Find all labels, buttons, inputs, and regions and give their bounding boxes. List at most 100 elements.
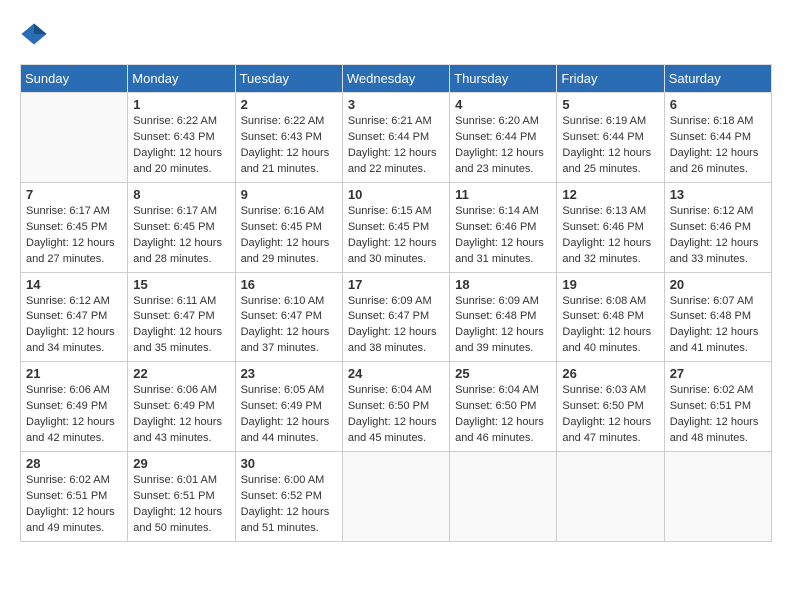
day-info: Sunrise: 6:04 AM Sunset: 6:50 PM Dayligh…: [348, 383, 444, 447]
weekday-header: Thursday: [450, 65, 557, 93]
day-number: 2: [241, 97, 337, 112]
calendar-cell: 16 Sunrise: 6:10 AM Sunset: 6:47 PM Dayli…: [235, 272, 342, 362]
day-info: Sunrise: 6:15 AM Sunset: 6:45 PM Dayligh…: [348, 204, 444, 268]
day-info: Sunrise: 6:10 AM Sunset: 6:47 PM Dayligh…: [241, 294, 337, 358]
day-number: 5: [562, 97, 658, 112]
day-info: Sunrise: 6:13 AM Sunset: 6:46 PM Dayligh…: [562, 204, 658, 268]
day-number: 9: [241, 187, 337, 202]
day-number: 19: [562, 277, 658, 292]
day-info: Sunrise: 6:04 AM Sunset: 6:50 PM Dayligh…: [455, 383, 551, 447]
page-header: [20, 20, 772, 48]
day-number: 3: [348, 97, 444, 112]
day-number: 11: [455, 187, 551, 202]
calendar-table: SundayMondayTuesdayWednesdayThursdayFrid…: [20, 64, 772, 542]
day-info: Sunrise: 6:05 AM Sunset: 6:49 PM Dayligh…: [241, 383, 337, 447]
day-info: Sunrise: 6:17 AM Sunset: 6:45 PM Dayligh…: [26, 204, 122, 268]
day-info: Sunrise: 6:02 AM Sunset: 6:51 PM Dayligh…: [26, 473, 122, 537]
day-info: Sunrise: 6:00 AM Sunset: 6:52 PM Dayligh…: [241, 473, 337, 537]
calendar-cell: 8 Sunrise: 6:17 AM Sunset: 6:45 PM Daylig…: [128, 182, 235, 272]
day-number: 27: [670, 366, 766, 381]
calendar-cell: 20 Sunrise: 6:07 AM Sunset: 6:48 PM Dayli…: [664, 272, 771, 362]
day-number: 24: [348, 366, 444, 381]
day-number: 7: [26, 187, 122, 202]
day-info: Sunrise: 6:12 AM Sunset: 6:47 PM Dayligh…: [26, 294, 122, 358]
calendar-cell: 3 Sunrise: 6:21 AM Sunset: 6:44 PM Daylig…: [342, 93, 449, 183]
calendar-cell: 25 Sunrise: 6:04 AM Sunset: 6:50 PM Dayli…: [450, 362, 557, 452]
day-number: 13: [670, 187, 766, 202]
weekday-header: Sunday: [21, 65, 128, 93]
day-info: Sunrise: 6:21 AM Sunset: 6:44 PM Dayligh…: [348, 114, 444, 178]
day-info: Sunrise: 6:16 AM Sunset: 6:45 PM Dayligh…: [241, 204, 337, 268]
calendar-cell: 24 Sunrise: 6:04 AM Sunset: 6:50 PM Dayli…: [342, 362, 449, 452]
day-number: 18: [455, 277, 551, 292]
day-number: 21: [26, 366, 122, 381]
day-info: Sunrise: 6:17 AM Sunset: 6:45 PM Dayligh…: [133, 204, 229, 268]
calendar-week-row: 21 Sunrise: 6:06 AM Sunset: 6:49 PM Dayli…: [21, 362, 772, 452]
calendar-week-row: 14Sunrise: 6:12 AM Sunset: 6:47 PM Dayli…: [21, 272, 772, 362]
calendar-week-row: 7 Sunrise: 6:17 AM Sunset: 6:45 PM Daylig…: [21, 182, 772, 272]
calendar-cell: 2Sunrise: 6:22 AM Sunset: 6:43 PM Daylig…: [235, 93, 342, 183]
day-info: Sunrise: 6:18 AM Sunset: 6:44 PM Dayligh…: [670, 114, 766, 178]
weekday-header: Wednesday: [342, 65, 449, 93]
weekday-header: Saturday: [664, 65, 771, 93]
day-info: Sunrise: 6:06 AM Sunset: 6:49 PM Dayligh…: [133, 383, 229, 447]
day-number: 1: [133, 97, 229, 112]
calendar-cell: 18 Sunrise: 6:09 AM Sunset: 6:48 PM Dayli…: [450, 272, 557, 362]
day-number: 23: [241, 366, 337, 381]
day-info: Sunrise: 6:12 AM Sunset: 6:46 PM Dayligh…: [670, 204, 766, 268]
day-info: Sunrise: 6:19 AM Sunset: 6:44 PM Dayligh…: [562, 114, 658, 178]
day-info: Sunrise: 6:09 AM Sunset: 6:48 PM Dayligh…: [455, 294, 551, 358]
calendar-week-row: 28 Sunrise: 6:02 AM Sunset: 6:51 PM Dayli…: [21, 452, 772, 542]
day-number: 25: [455, 366, 551, 381]
day-info: Sunrise: 6:02 AM Sunset: 6:51 PM Dayligh…: [670, 383, 766, 447]
calendar-cell: 15Sunrise: 6:11 AM Sunset: 6:47 PM Dayli…: [128, 272, 235, 362]
calendar-cell: 4 Sunrise: 6:20 AM Sunset: 6:44 PM Daylig…: [450, 93, 557, 183]
calendar-cell: 13 Sunrise: 6:12 AM Sunset: 6:46 PM Dayli…: [664, 182, 771, 272]
day-info: Sunrise: 6:03 AM Sunset: 6:50 PM Dayligh…: [562, 383, 658, 447]
logo: [20, 20, 52, 48]
weekday-header: Monday: [128, 65, 235, 93]
calendar-cell: 1Sunrise: 6:22 AM Sunset: 6:43 PM Daylig…: [128, 93, 235, 183]
day-info: Sunrise: 6:01 AM Sunset: 6:51 PM Dayligh…: [133, 473, 229, 537]
calendar-cell: [664, 452, 771, 542]
day-number: 4: [455, 97, 551, 112]
day-number: 16: [241, 277, 337, 292]
day-number: 8: [133, 187, 229, 202]
calendar-cell: [557, 452, 664, 542]
logo-icon: [20, 20, 48, 48]
day-info: Sunrise: 6:09 AM Sunset: 6:47 PM Dayligh…: [348, 294, 444, 358]
calendar-cell: 26 Sunrise: 6:03 AM Sunset: 6:50 PM Dayli…: [557, 362, 664, 452]
calendar-cell: 21 Sunrise: 6:06 AM Sunset: 6:49 PM Dayli…: [21, 362, 128, 452]
day-info: Sunrise: 6:14 AM Sunset: 6:46 PM Dayligh…: [455, 204, 551, 268]
calendar-cell: 28 Sunrise: 6:02 AM Sunset: 6:51 PM Dayli…: [21, 452, 128, 542]
calendar-cell: 12 Sunrise: 6:13 AM Sunset: 6:46 PM Dayli…: [557, 182, 664, 272]
day-info: Sunrise: 6:07 AM Sunset: 6:48 PM Dayligh…: [670, 294, 766, 358]
calendar-cell: 5 Sunrise: 6:19 AM Sunset: 6:44 PM Daylig…: [557, 93, 664, 183]
calendar-cell: 14Sunrise: 6:12 AM Sunset: 6:47 PM Dayli…: [21, 272, 128, 362]
calendar-cell: 27 Sunrise: 6:02 AM Sunset: 6:51 PM Dayli…: [664, 362, 771, 452]
calendar-cell: 23 Sunrise: 6:05 AM Sunset: 6:49 PM Dayli…: [235, 362, 342, 452]
calendar-cell: 10Sunrise: 6:15 AM Sunset: 6:45 PM Dayli…: [342, 182, 449, 272]
calendar-cell: 22 Sunrise: 6:06 AM Sunset: 6:49 PM Dayli…: [128, 362, 235, 452]
day-number: 29: [133, 456, 229, 471]
day-number: 22: [133, 366, 229, 381]
calendar-cell: 17 Sunrise: 6:09 AM Sunset: 6:47 PM Dayli…: [342, 272, 449, 362]
day-number: 12: [562, 187, 658, 202]
calendar-cell: 11 Sunrise: 6:14 AM Sunset: 6:46 PM Dayli…: [450, 182, 557, 272]
calendar-cell: [450, 452, 557, 542]
day-number: 20: [670, 277, 766, 292]
day-info: Sunrise: 6:06 AM Sunset: 6:49 PM Dayligh…: [26, 383, 122, 447]
day-number: 17: [348, 277, 444, 292]
day-info: Sunrise: 6:20 AM Sunset: 6:44 PM Dayligh…: [455, 114, 551, 178]
calendar-cell: 30Sunrise: 6:00 AM Sunset: 6:52 PM Dayli…: [235, 452, 342, 542]
calendar-cell: 29 Sunrise: 6:01 AM Sunset: 6:51 PM Dayli…: [128, 452, 235, 542]
calendar-cell: 6Sunrise: 6:18 AM Sunset: 6:44 PM Daylig…: [664, 93, 771, 183]
calendar-week-row: 1Sunrise: 6:22 AM Sunset: 6:43 PM Daylig…: [21, 93, 772, 183]
day-number: 28: [26, 456, 122, 471]
weekday-header-row: SundayMondayTuesdayWednesdayThursdayFrid…: [21, 65, 772, 93]
day-info: Sunrise: 6:11 AM Sunset: 6:47 PM Dayligh…: [133, 294, 229, 358]
day-number: 26: [562, 366, 658, 381]
calendar-cell: [21, 93, 128, 183]
weekday-header: Friday: [557, 65, 664, 93]
calendar-cell: [342, 452, 449, 542]
